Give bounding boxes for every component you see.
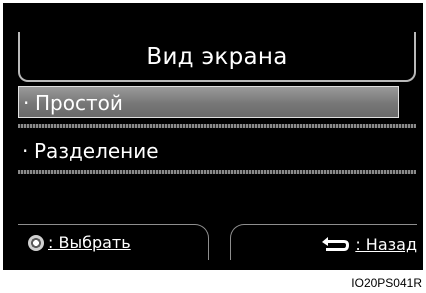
screen-title: Вид экрана [146,44,288,70]
select-label: : Выбрать [48,233,131,252]
bullet: · [23,91,30,115]
bullet: · [22,139,29,163]
menu-item-simple[interactable]: · Простой [18,86,399,118]
bottom-bar: : Выбрать : Назад [18,224,417,269]
separator [18,170,416,174]
screen: Вид экрана · Простой · Разделение : Выбрат… [4,4,422,269]
figure-caption: IO20PS041R [351,276,422,290]
menu-item-label: Простой [35,91,123,115]
menu-item-split[interactable]: · Разделение [18,135,399,167]
back-arrow-icon [322,236,350,251]
display-frame: Вид экрана · Простой · Разделение : Выбрат… [3,3,423,270]
select-hint: : Выбрать [28,233,131,252]
dial-icon [28,234,44,251]
menu-item-label: Разделение [34,139,159,163]
separator [18,124,416,128]
back-hint-box[interactable]: : Назад [230,224,417,260]
back-button[interactable]: : Назад [318,235,417,254]
back-label: : Назад [355,235,417,254]
title-bar: Вид экрана [18,32,416,82]
select-hint-box: : Выбрать [18,224,209,260]
